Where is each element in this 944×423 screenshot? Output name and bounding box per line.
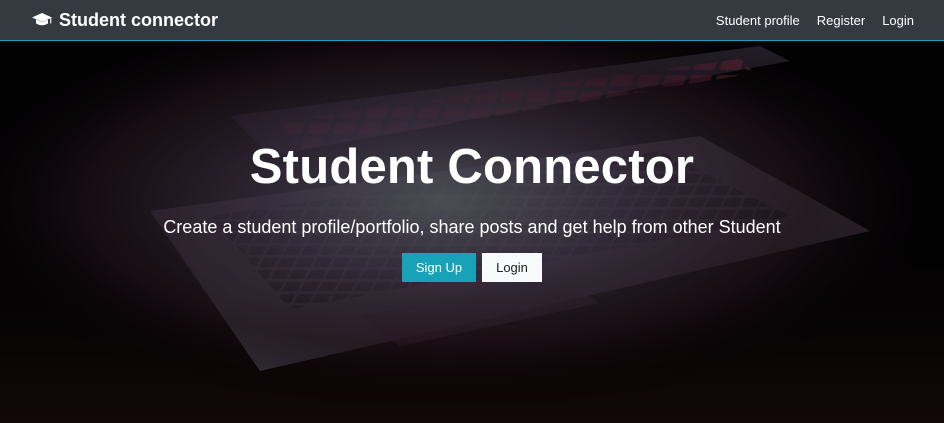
- nav-links: Student profile Register Login: [699, 13, 914, 28]
- graduation-cap-icon: [31, 12, 53, 28]
- sign-up-button[interactable]: Sign Up: [402, 253, 476, 282]
- brand-link[interactable]: Student connector: [31, 10, 218, 31]
- nav-student-profile-link[interactable]: Student profile: [716, 13, 800, 28]
- hero-subtitle: Create a student profile/portfolio, shar…: [163, 217, 781, 237]
- nav-login-link[interactable]: Login: [882, 13, 914, 28]
- hero-content: Student Connector Create a student profi…: [0, 41, 944, 423]
- hero-title: Student Connector: [249, 140, 695, 194]
- nav-register-link[interactable]: Register: [817, 13, 865, 28]
- navbar: Student connector Student profile Regist…: [0, 0, 944, 41]
- hero-buttons: Sign Up Login: [0, 253, 944, 282]
- brand-title: Student connector: [59, 9, 219, 30]
- hero-section: Student Connector Create a student profi…: [0, 41, 944, 423]
- login-button[interactable]: Login: [482, 253, 542, 282]
